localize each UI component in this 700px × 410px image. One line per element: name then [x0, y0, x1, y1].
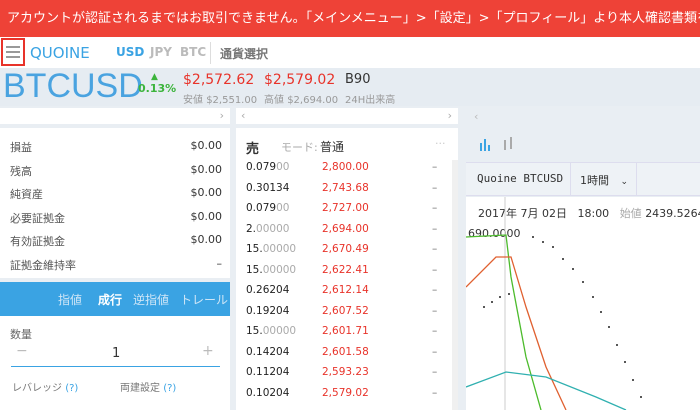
orderbook-row[interactable]: 0.11204 2,593.23–	[246, 366, 442, 378]
low-price: 安値 $2,551.00	[183, 95, 258, 106]
settle-help[interactable]: (?)	[163, 383, 176, 394]
orderbook-side: 売	[246, 142, 260, 157]
chevron-right-icon[interactable]: ›	[448, 109, 452, 122]
ask-price: $2,579.02	[264, 72, 336, 88]
orderbook-row[interactable]: 0.19204 2,607.52–	[246, 305, 442, 317]
orderbook-row[interactable]: 15.00000 2,670.49–	[246, 243, 442, 255]
volume: B90	[345, 72, 371, 87]
account-row: 有効証拠金 $0.00	[10, 233, 222, 248]
orderbook-row[interactable]: 15.00000 2,601.71–	[246, 325, 442, 337]
volume-label: 24H出来高	[345, 95, 396, 106]
dotted-series	[483, 236, 642, 398]
bar-chart-icon[interactable]	[480, 137, 492, 151]
scrollbar[interactable]	[452, 160, 458, 410]
change-percent: 0.13%	[138, 82, 177, 95]
orderbook-row[interactable]: 15.00000 2,622.41–	[246, 264, 442, 276]
chevron-left-icon[interactable]: ‹	[474, 110, 478, 123]
qty-minus-button[interactable]: −	[16, 343, 28, 359]
mode-select[interactable]: 普通	[320, 138, 344, 155]
top-nav	[0, 37, 700, 68]
chevron-right-icon[interactable]: ›	[220, 109, 224, 122]
order-tab-1[interactable]: 成行	[98, 291, 122, 308]
orderbook-row[interactable]: 0.07900 2,800.00–	[246, 161, 442, 173]
price-chart[interactable]	[466, 197, 700, 410]
interval-select[interactable]: 1時間 ⌄	[580, 172, 628, 188]
more-icon[interactable]: ···	[435, 137, 446, 150]
leverage-label: レバレッジ	[12, 383, 62, 394]
currency-select[interactable]: 通貨選択	[220, 45, 268, 62]
account-row: 必要証拠金 $0.00	[10, 209, 222, 225]
orderbook-row[interactable]: 0.07900 2,727.00–	[246, 202, 442, 214]
order-tab-0[interactable]: 指値	[58, 291, 82, 308]
account-row: 残高 $0.00	[10, 162, 222, 178]
bid-price: $2,572.62	[183, 72, 255, 88]
qty-plus-button[interactable]: +	[202, 343, 214, 359]
mode-label: モード:	[281, 141, 318, 154]
orderbook-row[interactable]: 2.00000 2,694.00–	[246, 223, 442, 235]
account-row: 証拠金維持率 –	[10, 256, 222, 272]
high-price: 高値 $2,694.00	[264, 95, 339, 106]
qty-input[interactable]: 1	[112, 346, 120, 361]
leverage-help[interactable]: (?)	[65, 383, 78, 394]
currency-btc[interactable]: BTC	[180, 45, 206, 59]
menu-icon[interactable]	[1, 38, 25, 66]
chart-pair: Quoine BTCUSD	[477, 172, 564, 185]
orderbook-row[interactable]: 0.26204 2,612.14–	[246, 284, 442, 296]
symbol: BTCUSD	[3, 67, 143, 105]
settle-label: 両建設定	[120, 383, 160, 394]
order-form	[0, 316, 230, 410]
orderbook-row[interactable]: 0.10204 2,579.02–	[246, 387, 442, 399]
up-arrow-icon: ▲	[151, 72, 158, 82]
chevron-left-icon[interactable]: ‹	[241, 109, 245, 122]
left-panel-header: ›	[0, 108, 230, 124]
account-row: 損益 $0.00	[10, 139, 222, 154]
orderbook-header-bar: ‹ ›	[236, 108, 458, 124]
green-line	[466, 234, 542, 410]
orderbook-row[interactable]: 0.30134 2,743.68–	[246, 182, 442, 194]
candlestick-icon[interactable]	[503, 137, 515, 151]
logo: QUOINE	[30, 44, 90, 62]
orange-line	[466, 256, 567, 410]
teal-line	[466, 371, 627, 410]
qty-label: 数量	[10, 328, 32, 341]
order-tab-3[interactable]: トレール	[180, 291, 228, 308]
currency-jpy[interactable]: JPY	[150, 45, 172, 59]
account-row: 純資産 $0.00	[10, 186, 222, 201]
verification-banner: アカウントが認証されるまではお取引できません。「メインメニュー」>「設定」>「プ…	[0, 0, 700, 37]
order-tab-2[interactable]: 逆指値	[133, 291, 169, 308]
orderbook-row[interactable]: 0.14204 2,601.58–	[246, 346, 442, 358]
chevron-down-icon: ⌄	[620, 177, 629, 187]
currency-usd[interactable]: USD	[116, 45, 144, 59]
